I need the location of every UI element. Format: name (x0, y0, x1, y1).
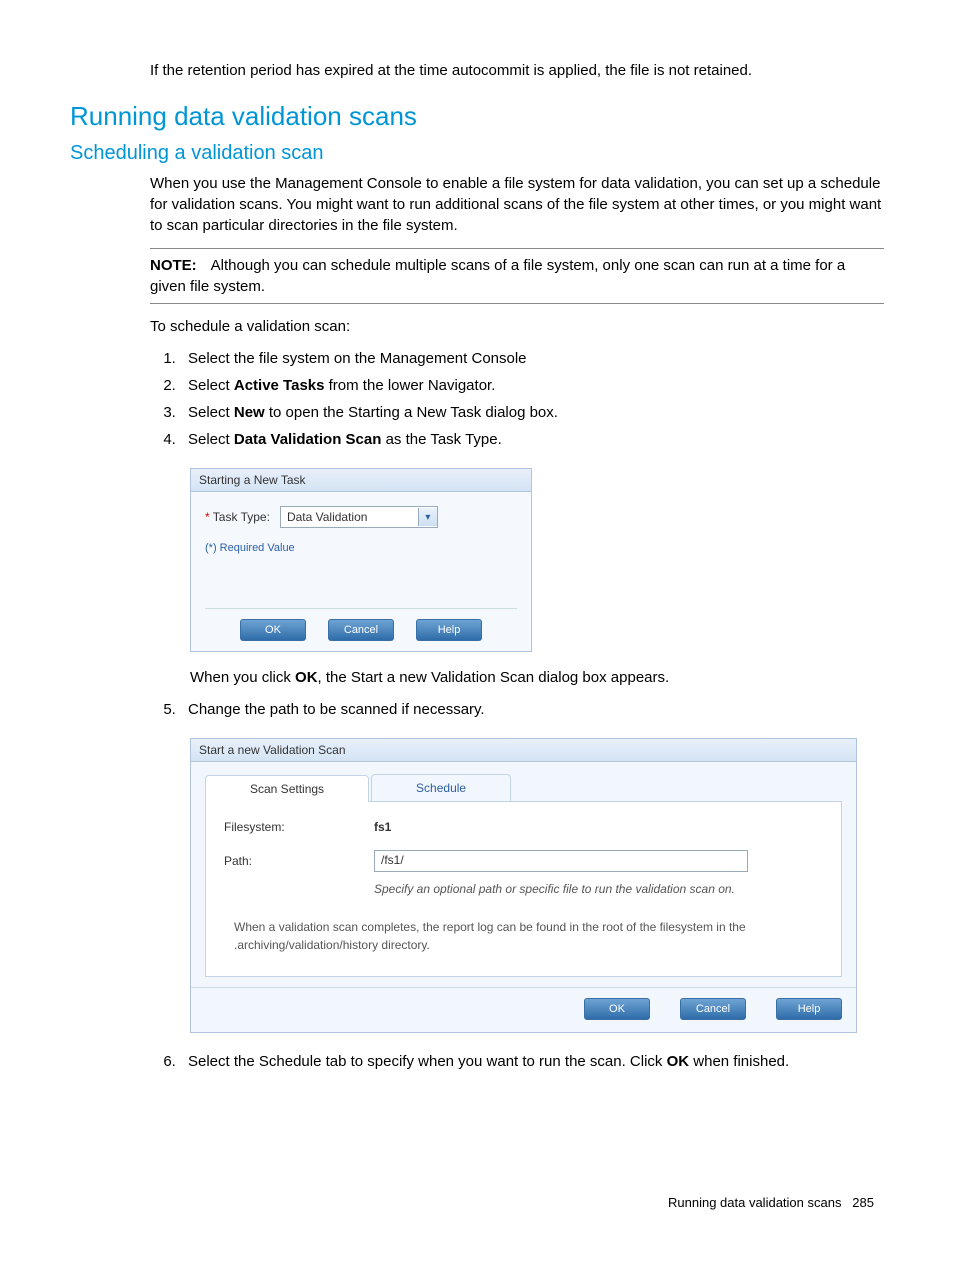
step-6: Select the Schedule tab to specify when … (180, 1048, 884, 1075)
footer-page-number: 285 (852, 1195, 874, 1210)
task-type-label: * Task Type: (205, 510, 270, 524)
dialog1-title: Starting a New Task (191, 469, 531, 492)
chevron-down-icon: ▾ (418, 508, 437, 526)
dialog-start-validation-scan: Start a new Validation Scan Scan Setting… (190, 738, 857, 1033)
dialog-starting-new-task: Starting a New Task * Task Type: Data Va… (190, 468, 532, 652)
step-1: Select the file system on the Management… (180, 345, 884, 372)
heading-running-scans: Running data validation scans (70, 101, 884, 132)
page-footer: Running data validation scans 285 (70, 1195, 884, 1210)
tab-schedule[interactable]: Schedule (371, 774, 511, 801)
cancel-button[interactable]: Cancel (680, 998, 746, 1020)
task-type-select[interactable]: Data Validation ▾ (280, 506, 438, 528)
heading-scheduling-scan: Scheduling a validation scan (70, 142, 884, 165)
help-button[interactable]: Help (416, 619, 482, 641)
ok-button[interactable]: OK (584, 998, 650, 1020)
para-to-schedule: To schedule a validation scan: (150, 316, 884, 337)
para-after-dialog1: When you click OK, the Start a new Valid… (190, 667, 884, 688)
cancel-button[interactable]: Cancel (328, 619, 394, 641)
path-hint: Specify an optional path or specific fil… (374, 882, 823, 896)
step-4: Select Data Validation Scan as the Task … (180, 426, 884, 453)
filesystem-label: Filesystem: (224, 820, 374, 834)
task-type-value: Data Validation (287, 510, 368, 524)
required-value-hint: (*) Required Value (205, 542, 517, 554)
dialog2-title: Start a new Validation Scan (191, 739, 856, 762)
step-3: Select New to open the Starting a New Ta… (180, 399, 884, 426)
steps-list-continued-2: Select the Schedule tab to specify when … (150, 1048, 884, 1075)
note-block: NOTE:Although you can schedule multiple … (150, 248, 884, 304)
tab-scan-settings[interactable]: Scan Settings (205, 775, 369, 802)
steps-list: Select the file system on the Management… (150, 345, 884, 453)
completion-note: When a validation scan completes, the re… (234, 918, 813, 954)
steps-list-continued: Change the path to be scanned if necessa… (150, 696, 884, 723)
note-text: Although you can schedule multiple scans… (150, 257, 845, 295)
note-label: NOTE: (150, 257, 197, 274)
step-2: Select Active Tasks from the lower Navig… (180, 372, 884, 399)
tabs: Scan Settings Schedule (205, 774, 842, 802)
path-input[interactable]: /fs1/ (374, 850, 748, 872)
filesystem-value: fs1 (374, 820, 391, 834)
step-5: Change the path to be scanned if necessa… (180, 696, 884, 723)
tab-panel-scan-settings: Filesystem: fs1 Path: /fs1/ Specify an o… (205, 802, 842, 977)
intro-paragraph: If the retention period has expired at t… (150, 60, 884, 81)
path-label: Path: (224, 854, 374, 868)
ok-button[interactable]: OK (240, 619, 306, 641)
footer-text: Running data validation scans (668, 1195, 841, 1210)
para-intro: When you use the Management Console to e… (150, 173, 884, 236)
help-button[interactable]: Help (776, 998, 842, 1020)
